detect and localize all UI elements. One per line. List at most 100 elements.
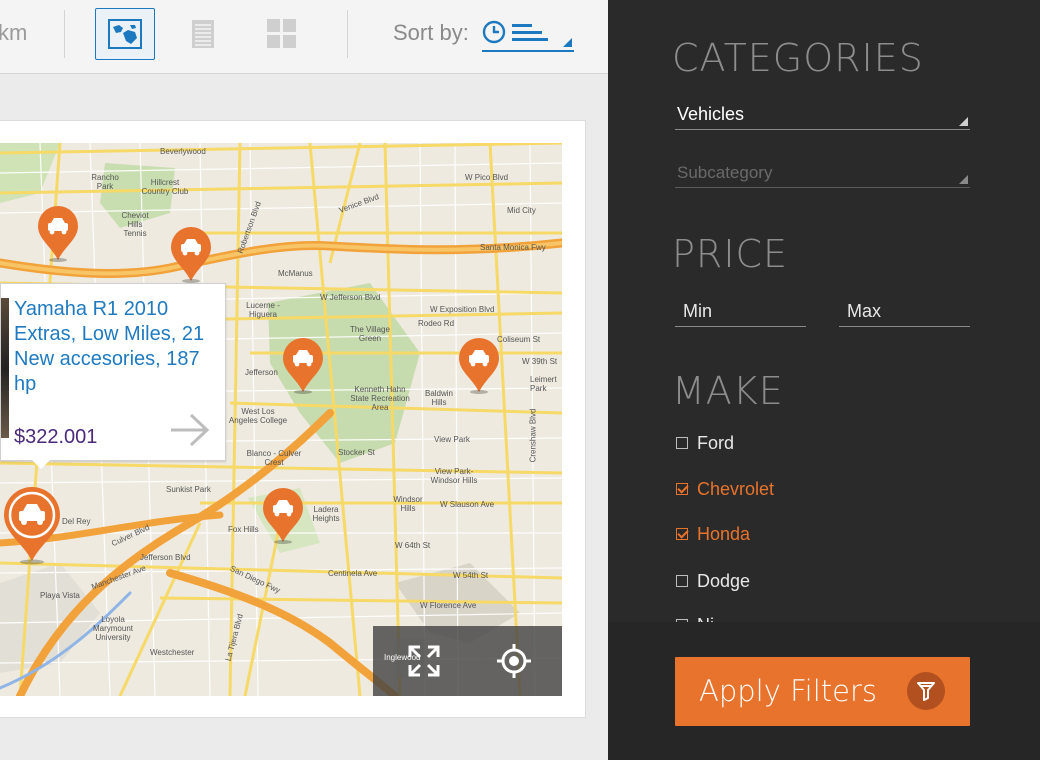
filter-icon [907, 672, 945, 710]
make-label: Honda [697, 523, 751, 544]
make-option-dodge[interactable]: Dodge [676, 569, 750, 593]
listing-price: $322.001 [14, 426, 98, 448]
map-label: West Los Angeles College [228, 407, 288, 425]
apply-filters-button[interactable]: Apply Filters [675, 657, 970, 726]
map-label: Loyola Marymount University [92, 615, 133, 642]
listing-thumbnail [1, 298, 9, 438]
price-max-field[interactable] [839, 297, 970, 327]
filters-scroll[interactable]: CATEGORIES Vehicles Subcategory PRICE MA… [608, 0, 1040, 622]
listing-pin[interactable] [37, 206, 79, 262]
price-min-input[interactable] [675, 297, 806, 326]
grid-view-button[interactable] [252, 8, 312, 60]
map-label: The Village Green [350, 325, 390, 343]
subcategory-placeholder: Subcategory [677, 163, 773, 182]
map-label: Baldwin Hills [424, 389, 453, 407]
category-select[interactable]: Vehicles [675, 100, 970, 130]
map-label: Sunkist Park [166, 485, 211, 494]
map-label: W Jefferson Blvd [320, 293, 381, 302]
dropdown-arrow-icon [563, 38, 572, 47]
checkbox[interactable] [676, 528, 688, 540]
subcategory-select[interactable]: Subcategory [675, 158, 970, 188]
divider [64, 10, 65, 58]
map-label: Lucerne - Higuera [246, 301, 280, 319]
map-label: Crenshaw Blvd [528, 408, 538, 463]
map-label: Beverlywood [160, 147, 206, 156]
filters-panel: CATEGORIES Vehicles Subcategory PRICE MA… [608, 0, 1040, 760]
make-option-honda[interactable]: Honda [676, 522, 750, 546]
make-option-ford[interactable]: Ford [676, 431, 734, 455]
map-label: Coliseum St [497, 335, 541, 344]
list-icon [192, 20, 214, 48]
selected-listing-pin[interactable] [2, 487, 62, 565]
map-label: Mid City [507, 206, 536, 215]
map-label: Westchester [150, 648, 195, 657]
distance-unit: km [0, 20, 28, 45]
map-view-button[interactable] [95, 8, 155, 60]
price-min-field[interactable] [675, 297, 806, 327]
arrow-right-icon[interactable] [169, 412, 211, 448]
checkbox[interactable] [676, 437, 688, 449]
filters-footer: Apply Filters [608, 622, 1040, 760]
map-label: Jefferson Blvd [140, 553, 191, 562]
make-label: Ni [697, 615, 714, 623]
make-heading: MAKE [672, 369, 784, 413]
map-label: Stocker St [338, 448, 375, 457]
checkbox[interactable] [676, 483, 688, 495]
list-view-button[interactable] [173, 8, 233, 60]
locate-me-button[interactable] [489, 636, 539, 686]
categories-heading: CATEGORIES [672, 36, 924, 80]
price-max-input[interactable] [839, 297, 970, 326]
map-label: Fox Hills [228, 525, 259, 534]
map-label: Centinela Ave [328, 569, 378, 578]
map-label: Jefferson [245, 368, 278, 377]
map-icon [108, 19, 142, 49]
apply-filters-label: Apply Filters [699, 674, 878, 708]
map-label: Santa Monica Fwy [480, 243, 546, 252]
grid-icon [267, 19, 296, 48]
listing-pin[interactable] [262, 488, 304, 544]
map-label: Blanco - Culver Crest [246, 449, 302, 467]
map-label: W Pico Blvd [465, 173, 509, 182]
map-label: W Florence Ave [420, 601, 477, 610]
clock-sort-icon [482, 20, 548, 44]
map-label: W Slauson Ave [440, 500, 495, 509]
make-label: Ford [697, 432, 735, 453]
category-value: Vehicles [677, 104, 745, 124]
listing-title[interactable]: Yamaha R1 2010 Extras, Low Miles, 21 New… [14, 297, 219, 397]
listing-pin[interactable] [170, 227, 212, 283]
locate-icon [497, 644, 531, 678]
checkbox[interactable] [676, 575, 688, 587]
make-option-chevrolet[interactable]: Chevrolet [676, 477, 774, 501]
map-label: Rodeo Rd [418, 319, 455, 328]
map-label: Del Rey [62, 517, 91, 526]
map-label: Kenneth Hahn State Recreation Area [350, 385, 410, 412]
map-label: Leimert Park [530, 375, 557, 393]
map-label: View Park-Windsor Hills [430, 467, 478, 485]
map-label: Rancho Park [91, 173, 119, 191]
popup-tail [31, 459, 51, 469]
listing-pin[interactable] [282, 338, 324, 394]
listing-popup[interactable]: Yamaha R1 2010 Extras, Low Miles, 21 New… [0, 283, 226, 461]
map-label: Inglewood [384, 653, 421, 662]
listing-pin[interactable] [458, 338, 500, 394]
map-label: McManus [278, 269, 313, 278]
results-pane: km Sort by: Beverlywood Rancho Park Hill… [0, 0, 608, 760]
make-option-partial[interactable]: Ni [676, 613, 714, 622]
map-label: Playa Vista [40, 591, 80, 600]
map-label: W 39th St [522, 357, 558, 366]
make-label: Dodge [697, 570, 751, 591]
toolbar: km Sort by: [0, 0, 608, 74]
map-label: Windsor Hills [393, 495, 423, 513]
divider [347, 10, 348, 58]
map-label: W 54th St [453, 571, 489, 580]
map-label: W 64th St [395, 541, 431, 550]
sort-select[interactable] [482, 14, 574, 52]
dropdown-arrow-icon [959, 175, 968, 184]
dropdown-arrow-icon [959, 117, 968, 126]
map-label: W Exposition Blvd [430, 305, 495, 314]
make-label: Chevrolet [697, 478, 775, 499]
map-label: Ladera Heights [312, 505, 340, 523]
map-label: Cheviot Hills Tennis [121, 211, 149, 238]
sort-label: Sort by: [393, 20, 469, 45]
map-label: View Park [434, 435, 470, 444]
